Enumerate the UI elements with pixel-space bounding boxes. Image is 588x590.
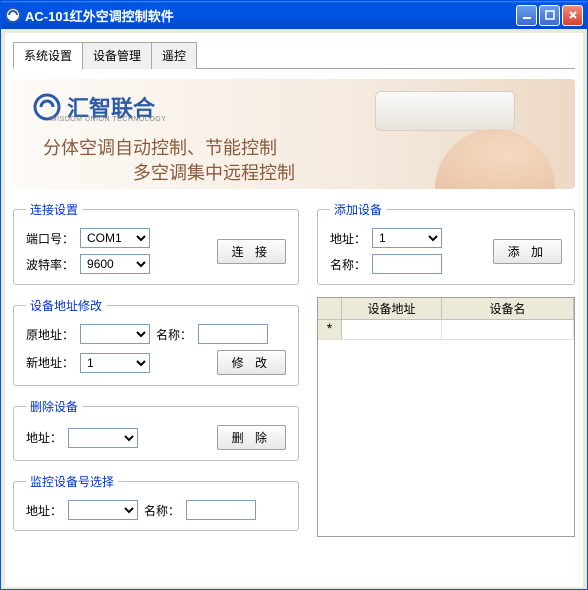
logo-subtext: WISDOM UNION TECHNOLOGY <box>50 116 166 123</box>
add-device-group: 添加设备 地址： 1 名称： 添 加 <box>317 201 575 285</box>
modify-name-label: 名称： <box>156 326 192 343</box>
baud-label: 波特率： <box>26 256 74 273</box>
monitor-name-label: 名称： <box>144 502 180 519</box>
monitor-name-input[interactable] <box>186 500 256 520</box>
delete-addr-select[interactable] <box>68 428 138 448</box>
maximize-button[interactable] <box>539 5 560 26</box>
monitor-addr-select[interactable] <box>68 500 138 520</box>
tab-bar: 系统设置 设备管理 遥控 <box>13 41 575 69</box>
delete-device-legend: 删除设备 <box>26 398 82 415</box>
delete-button[interactable]: 删 除 <box>217 425 286 450</box>
add-addr-select[interactable]: 1 <box>372 228 442 248</box>
port-label: 端口号： <box>26 230 74 247</box>
cell-name[interactable] <box>442 320 574 339</box>
monitor-select-legend: 监控设备号选择 <box>26 473 118 490</box>
cell-address[interactable] <box>342 320 442 339</box>
minimize-button[interactable] <box>516 5 537 26</box>
port-select[interactable]: COM1 <box>80 228 150 248</box>
old-addr-select[interactable] <box>80 324 150 344</box>
add-device-legend: 添加设备 <box>330 201 386 218</box>
close-button[interactable] <box>562 5 583 26</box>
add-addr-label: 地址： <box>330 230 366 247</box>
col-header-address[interactable]: 设备地址 <box>342 298 442 319</box>
titlebar[interactable]: AC-101红外空调控制软件 <box>1 1 587 29</box>
delete-addr-label: 地址： <box>26 429 62 446</box>
monitor-addr-label: 地址： <box>26 502 62 519</box>
content-row: 连接设置 端口号： COM1 波特率： 9600 连 <box>13 201 575 543</box>
add-name-label: 名称： <box>330 256 366 273</box>
connection-group: 连接设置 端口号： COM1 波特率： 9600 连 <box>13 201 299 285</box>
right-column: 添加设备 地址： 1 名称： 添 加 <box>317 201 575 543</box>
old-addr-label: 原地址： <box>26 326 74 343</box>
add-button[interactable]: 添 加 <box>493 239 562 264</box>
banner-slogan-1: 分体空调自动控制、节能控制 <box>43 134 277 160</box>
table-row[interactable]: * <box>318 320 574 340</box>
row-marker: * <box>318 320 342 339</box>
tab-remote[interactable]: 遥控 <box>151 42 197 69</box>
grid-corner <box>318 298 342 319</box>
add-name-input[interactable] <box>372 254 442 274</box>
device-grid[interactable]: 设备地址 设备名 * <box>317 297 575 537</box>
ac-unit-image <box>375 91 515 131</box>
modify-address-group: 设备地址修改 原地址： 名称： 新地址： 1 修 改 <box>13 297 299 386</box>
left-column: 连接设置 端口号： COM1 波特率： 9600 连 <box>13 201 299 543</box>
connection-legend: 连接设置 <box>26 201 82 218</box>
modify-button[interactable]: 修 改 <box>217 350 286 375</box>
modify-name-input[interactable] <box>198 324 268 344</box>
modify-address-legend: 设备地址修改 <box>26 297 106 314</box>
banner-slogan-2: 多空调集中远程控制 <box>133 159 295 185</box>
window-controls <box>516 5 583 26</box>
tab-device-management[interactable]: 设备管理 <box>82 42 152 69</box>
grid-header: 设备地址 设备名 <box>318 298 574 320</box>
hand-image <box>435 129 555 189</box>
app-icon <box>5 7 21 23</box>
monitor-select-group: 监控设备号选择 地址： 名称： <box>13 473 299 531</box>
tab-system-settings[interactable]: 系统设置 <box>13 42 83 69</box>
baud-select[interactable]: 9600 <box>80 254 150 274</box>
col-header-name[interactable]: 设备名 <box>442 298 574 319</box>
connect-button[interactable]: 连 接 <box>217 239 286 264</box>
window-title: AC-101红外空调控制软件 <box>25 6 516 25</box>
new-addr-select[interactable]: 1 <box>80 353 150 373</box>
banner: 汇智联合 WISDOM UNION TECHNOLOGY 分体空调自动控制、节能… <box>13 79 575 189</box>
app-window: AC-101红外空调控制软件 系统设置 设备管理 遥控 汇智联合 <box>0 0 588 590</box>
client-area: 系统设置 设备管理 遥控 汇智联合 WISDOM UNION TECHNOLOG… <box>5 33 583 587</box>
delete-device-group: 删除设备 地址： 删 除 <box>13 398 299 461</box>
new-addr-label: 新地址： <box>26 354 74 371</box>
